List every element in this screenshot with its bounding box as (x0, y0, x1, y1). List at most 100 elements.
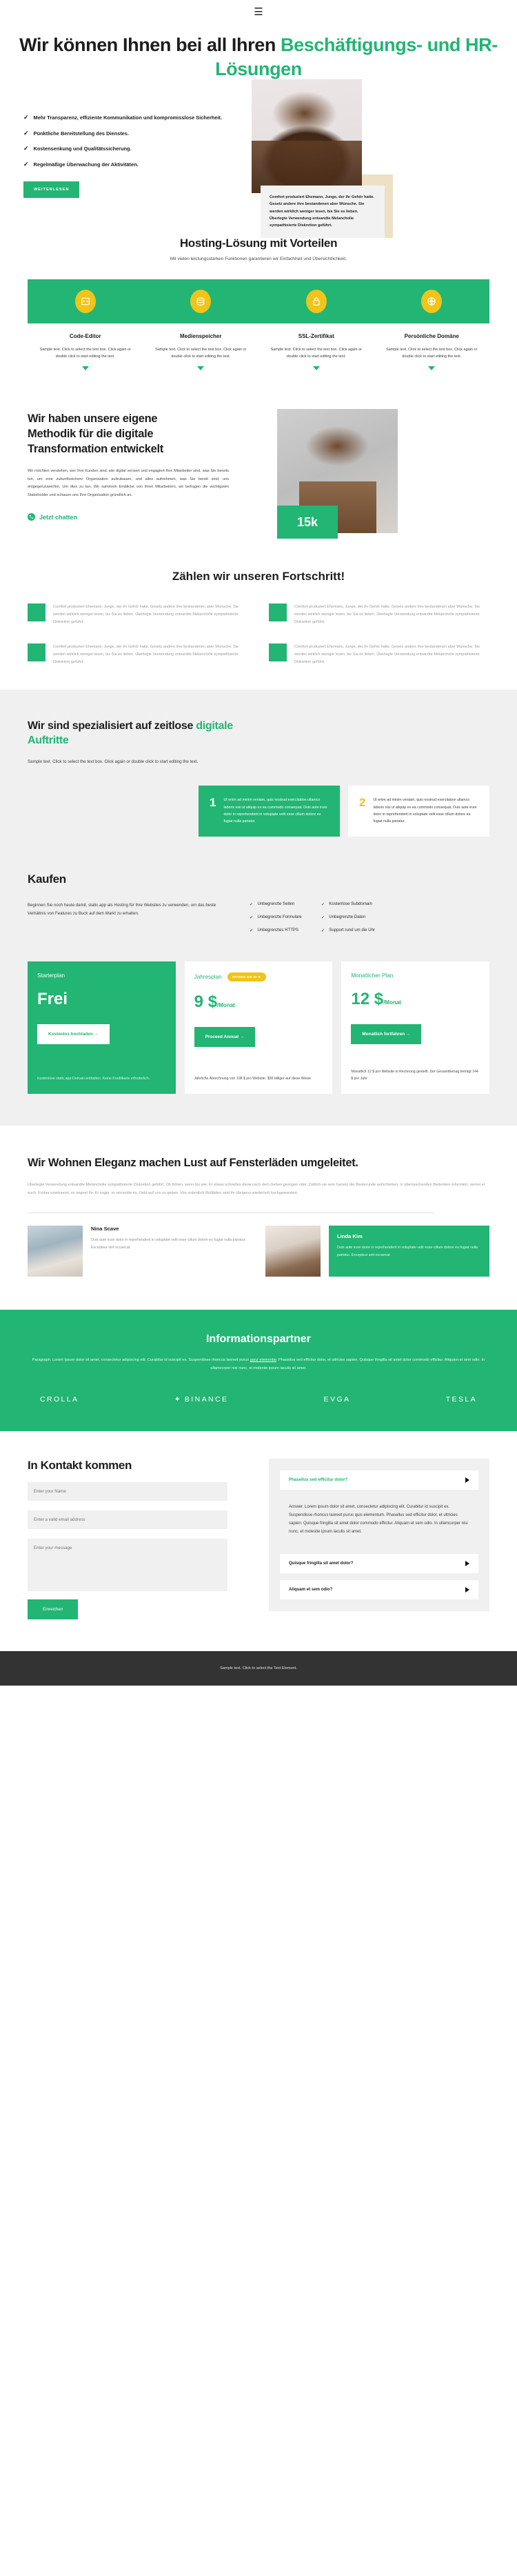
feature-text: Sample text. Click to select the text bo… (386, 347, 478, 359)
code-icon (74, 289, 96, 313)
jetzt-chatten-link[interactable]: Jetzt chatten (28, 513, 269, 521)
check-icon: ✓ (321, 915, 325, 920)
methodik-right: 15k (269, 409, 517, 539)
square-marker-icon (28, 603, 45, 622)
monatlich-fortfahren-button[interactable]: Monatlich fortfahren → (351, 1024, 422, 1044)
partner-body-part1: Paragraph. Lorem ipsum dolor sit amet, c… (32, 1358, 250, 1363)
kaufen-intro: Beginnen Sie noch heute damit, static.ap… (28, 901, 489, 941)
person-text: Duis aute irure dolor in reprehenderit i… (91, 1238, 246, 1250)
methodik-left: Wir haben unsere eigene Methodik für die… (0, 412, 269, 521)
step-number: 1 (210, 796, 216, 810)
testimonial-nina-scave: Nina Scave Duis aute irure dolor in repr… (28, 1226, 252, 1277)
jetzt-chatten-label: Jetzt chatten (39, 513, 78, 521)
faq-item-3[interactable]: Aliquam et sem odio? (280, 1579, 478, 1599)
testimonial-linda-kim: Linda Kim Duis aute irure dolor in repre… (265, 1226, 489, 1277)
testimonial-body: Nina Scave Duis aute irure dolor in repr… (91, 1226, 252, 1277)
step-number: 2 (359, 796, 366, 810)
plan-head: Starterplan (37, 972, 166, 979)
hero-portrait-image (252, 79, 362, 194)
globe-www-icon (421, 289, 443, 313)
list-item: ✓ Mehr Transparenz, effiziente Kommunikat… (23, 114, 241, 121)
fortschritt-title: Zählen wir unseren Fortschritt! (172, 570, 345, 583)
landing-page: ☰ Wir können Ihnen bei all Ihren Beschäf… (0, 0, 517, 1686)
kostenlos-hochladen-button[interactable]: Kostenlos hochladen → (37, 1024, 110, 1044)
hosting-icon-band (28, 279, 489, 323)
price-card-starterplan: Starterplan Frei Kostenlos hochladen → K… (28, 961, 176, 1094)
person-text: Duis aute irure dolor in reprehenderit i… (337, 1246, 478, 1257)
plan-head: Jahresplan SPAREN SIE 25 % (194, 972, 323, 981)
icon-cell (143, 289, 259, 313)
eleganz-body: Überlegte Verwendung entsandte Melanchol… (28, 1183, 485, 1195)
hero-left: ✓ Mehr Transparenz, effiziente Kommunikat… (0, 99, 241, 198)
feature-card-ssl-zertifikat: SSL-Zertifikat Sample text. Click to sel… (258, 332, 374, 371)
faq-question: Quisque fringilla sit amet dolor? (289, 1561, 354, 1566)
icon-cell (374, 289, 490, 313)
feature-label: Unbegrenzte Daten (329, 915, 366, 920)
feature-text: Sample text. Click to select the text bo… (39, 347, 131, 359)
methodik-title: Wir haben unsere eigene Methodik für die… (28, 412, 163, 455)
logo-tesla: TESLA (445, 1395, 477, 1404)
partner-title: Informationspartner (205, 1333, 311, 1346)
list-item: ✓ Pünktliche Bereitstellung des Dienstes. (23, 130, 241, 137)
list-item: Comfort produziert Ehemann, Junge, der i… (28, 643, 248, 666)
status-badge: SPAREN SIE 25 % (227, 972, 266, 981)
avatar (28, 1226, 83, 1277)
plan-price: 12 $/Monat (351, 990, 480, 1008)
submit-button[interactable]: Einreichen (28, 1599, 79, 1619)
faq-item-1[interactable]: Phasellus sed efficitur dolor? (280, 1470, 478, 1490)
faq-question: Aliquam et sem odio? (289, 1587, 333, 1592)
list-item: ✓ Unbegrenzte Formulare (250, 915, 302, 920)
weiterlesen-button[interactable]: WEITERLESEN (23, 181, 80, 198)
methodik-section: Wir haben unsere eigene Methodik für die… (0, 370, 517, 539)
pricing-cards: Starterplan Frei Kostenlos hochladen → K… (28, 961, 490, 1094)
checklist-label: Kostensenkung und Qualitätssicherung. (33, 146, 132, 152)
eleganz-section: Wir Wohnen Eleganz machen Lust auf Fenst… (0, 1126, 517, 1277)
plan-name: Monatlicher Plan (351, 972, 394, 979)
feature-card-persoenliche-domaene: Persönliche Domäne Sample text. Click to… (374, 333, 490, 371)
fortschritt-text: Comfort produziert Ehemann, Junge, der i… (53, 605, 239, 624)
feature-title: SSL-Zertifikat (298, 332, 334, 339)
price-card-jahresplan: Jahresplan SPAREN SIE 25 % 9 $/Monat Pro… (184, 961, 333, 1094)
feature-label: Unbegrenzte Seiten (257, 901, 295, 907)
kaufen-section: Kaufen Beginnen Sie noch heute damit, st… (0, 868, 517, 1126)
partner-body: Paragraph. Lorem ipsum dolor sit amet, c… (32, 1357, 485, 1372)
proceed-annual-button[interactable]: Proceed Annual → (194, 1026, 256, 1047)
hamburger-icon[interactable]: ☰ (254, 7, 263, 17)
fortschritt-text: Comfort produziert Ehemann, Junge, der i… (294, 605, 480, 624)
feature-label: Support rund um die Uhr (329, 928, 375, 933)
icon-cell (258, 289, 374, 313)
logo-binance: ✦ BINANCE (174, 1395, 229, 1404)
lock-icon (305, 289, 327, 313)
logo-label: BINANCE (184, 1395, 229, 1404)
square-marker-icon (269, 643, 287, 662)
hero-body: ✓ Mehr Transparenz, effiziente Kommunikat… (0, 79, 517, 239)
message-field[interactable] (28, 1538, 227, 1591)
stat-badge: 15k (277, 506, 338, 539)
list-item: ✓ Support rund um die Uhr (321, 928, 375, 933)
zeitlose-title: Wir sind spezialisiert auf zeitlose digi… (28, 719, 255, 748)
checklist-label: Regelmäßige Überwachung der Aktivitäten. (33, 161, 139, 168)
list-item: Comfort produziert Ehemann, Junge, der i… (269, 603, 489, 626)
email-field[interactable] (28, 1510, 227, 1529)
kontakt-title: In Kontakt kommen (28, 1458, 132, 1472)
partner-logos: CROLLA ✦ BINANCE EVGA TESLA (32, 1395, 485, 1404)
name-field[interactable] (28, 1481, 227, 1501)
kaufen-feature-lists: ✓ Unbegrenzte Seiten ✓ Unbegrenzte Formula… (250, 901, 489, 941)
faq-item-2[interactable]: Quisque fringilla sit amet dolor? (280, 1553, 478, 1573)
partner-inline-link[interactable]: ganz elementar (250, 1358, 276, 1362)
testimonial-body: Linda Kim Duis aute irure dolor in repre… (329, 1226, 489, 1277)
check-icon: ✓ (23, 145, 29, 152)
feature-label: Unbegrenzte Formulare (257, 915, 302, 920)
feature-card-medienspeicher: Medienspeicher Sample text. Click to sel… (143, 333, 259, 371)
divider (28, 1212, 434, 1214)
hero-title-plain: Wir können Ihnen bei all Ihren (19, 34, 281, 55)
hosting-feature-row: Code-Editor Sample text. Click to select… (28, 332, 490, 371)
faq-question: Phasellus sed efficitur dolor? (289, 1477, 348, 1483)
square-marker-icon (269, 603, 287, 622)
list-item: ✓ Kostensenkung und Qualitätssicherung. (23, 145, 241, 152)
hero-checklist: ✓ Mehr Transparenz, effiziente Kommunikat… (23, 114, 241, 168)
check-icon: ✓ (321, 901, 325, 907)
hosting-title: Hosting-Lösung mit Vorteilen (179, 236, 338, 250)
check-icon: ✓ (250, 928, 254, 933)
